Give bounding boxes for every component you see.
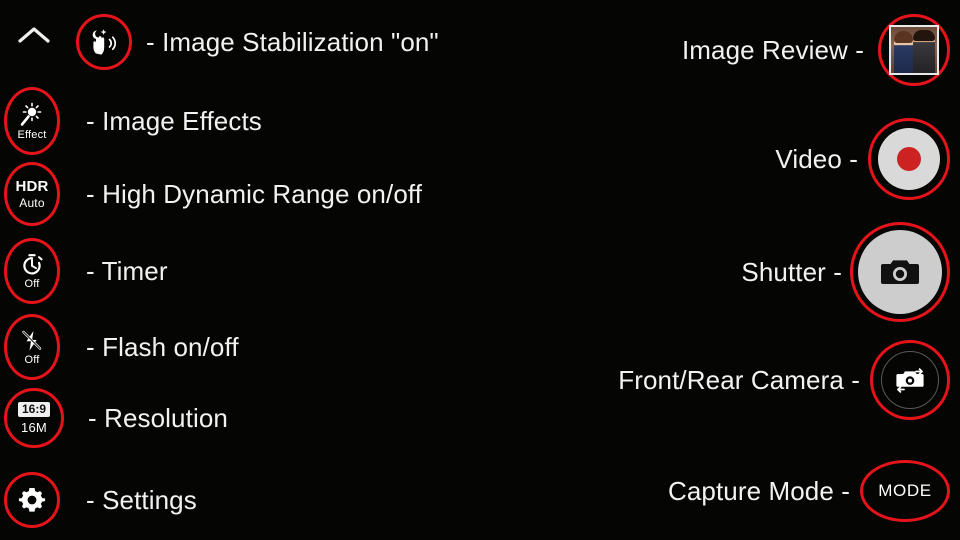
camera-annotated-screen: - Image Stabilization "on" Effect - Imag… <box>0 0 960 540</box>
left-label-settings: - Settings <box>86 484 197 515</box>
left-label-flash: - Flash on/off <box>86 331 239 362</box>
timer-sublabel: Off <box>24 277 40 290</box>
settings-gear-icon[interactable] <box>4 472 60 528</box>
left-row-settings: - Settings <box>4 472 197 528</box>
image-review-thumbnail[interactable] <box>878 14 950 86</box>
left-row-image-effects: Effect - Image Effects <box>4 87 262 155</box>
right-label-shutter: Shutter - <box>741 256 842 287</box>
image-stabilization-icon[interactable] <box>76 14 132 70</box>
left-row-resolution: 16:9 16M - Resolution <box>4 388 228 448</box>
right-label-camera-flip: Front/Rear Camera - <box>618 364 860 395</box>
image-effects-icon[interactable]: Effect <box>4 87 60 155</box>
capture-mode-label: MODE <box>878 481 932 500</box>
right-row-shutter: Shutter - <box>741 222 950 322</box>
left-label-image-stabilization: - Image Stabilization "on" <box>146 26 439 57</box>
shutter-button-face <box>858 230 942 314</box>
left-label-hdr: - High Dynamic Range on/off <box>86 178 423 209</box>
left-label-image-effects: - Image Effects <box>86 105 262 136</box>
left-row-flash: Off - Flash on/off <box>4 314 239 380</box>
right-row-camera-flip: Front/Rear Camera - <box>618 340 950 420</box>
thumbnail-photo <box>889 25 939 75</box>
resolution-megapixel-label: 16M <box>21 420 47 436</box>
left-row-image-stabilization: - Image Stabilization "on" <box>76 14 439 70</box>
video-record-button[interactable] <box>868 118 950 200</box>
left-row-timer: Off - Timer <box>4 238 168 304</box>
capture-mode-button[interactable]: MODE <box>860 460 950 522</box>
left-label-resolution: - Resolution <box>88 402 228 433</box>
timer-icon[interactable]: Off <box>4 238 60 304</box>
left-label-timer: - Timer <box>86 255 168 286</box>
camera-flip-inner-ring <box>881 351 939 409</box>
right-label-image-review: Image Review - <box>681 34 864 65</box>
camera-flip-icon <box>896 368 924 393</box>
resolution-aspect-label: 16:9 <box>17 401 51 418</box>
hdr-icon[interactable]: HDR Auto <box>4 162 60 226</box>
left-row-hdr: HDR Auto - High Dynamic Range on/off <box>4 162 422 226</box>
flash-sublabel: Off <box>24 353 40 366</box>
hdr-sublabel: Auto <box>19 196 45 210</box>
image-effects-sublabel: Effect <box>17 128 47 141</box>
right-row-image-review: Image Review - <box>682 14 950 86</box>
camera-flip-button[interactable] <box>870 340 950 420</box>
right-row-capture-mode: Capture Mode - MODE <box>668 460 950 522</box>
record-dot-icon <box>897 147 921 171</box>
hdr-main-label: HDR <box>15 178 49 195</box>
right-row-video: Video - <box>775 118 950 200</box>
right-label-capture-mode: Capture Mode - <box>667 475 850 506</box>
flash-off-icon[interactable]: Off <box>4 314 60 380</box>
right-label-video: Video - <box>775 143 858 174</box>
video-button-face <box>878 128 940 190</box>
camera-icon <box>881 260 919 284</box>
shutter-button[interactable] <box>850 222 950 322</box>
resolution-icon[interactable]: 16:9 16M <box>4 388 64 448</box>
chevron-up-icon[interactable] <box>17 25 51 45</box>
